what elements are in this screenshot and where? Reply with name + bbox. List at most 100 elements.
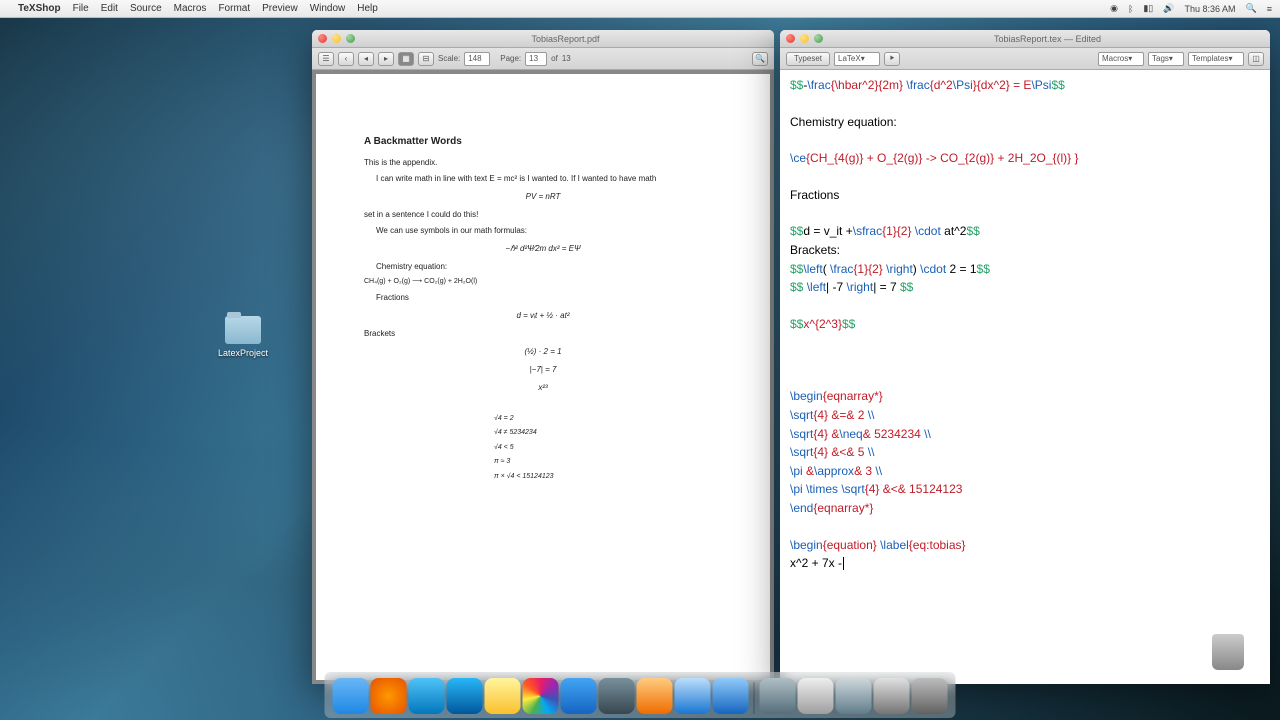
dock-iphoto[interactable] (523, 678, 559, 714)
dock-skype[interactable] (447, 678, 483, 714)
dock-mail[interactable] (561, 678, 597, 714)
menu-format[interactable]: Format (218, 3, 250, 14)
tex-toolbar: Typeset LaTeX ▾ ⯈ Macros ▾ Tags ▾ Templa… (780, 48, 1270, 70)
desktop-folder[interactable]: LatexProject (218, 316, 268, 358)
page-label: Page: (500, 54, 521, 63)
search-button[interactable]: 🔍 (752, 52, 768, 66)
chem-label: Chemistry equation: (364, 261, 722, 273)
spotlight-icon[interactable]: 🔍 (1246, 3, 1257, 14)
equation-brackets1: (½) · 2 = 1 (364, 346, 722, 358)
close-button[interactable] (786, 34, 795, 43)
page-field[interactable]: 13 (525, 52, 547, 66)
tex-titlebar[interactable]: TobiasReport.tex — Edited (780, 30, 1270, 48)
menu-macros[interactable]: Macros (174, 3, 207, 14)
wifi-icon[interactable]: ◉ (1110, 3, 1118, 14)
pdf-titlebar[interactable]: TobiasReport.pdf (312, 30, 774, 48)
menu-source[interactable]: Source (130, 3, 162, 14)
brackets-label: Brackets (364, 328, 722, 340)
bluetooth-icon[interactable]: ᛒ (1128, 4, 1133, 14)
dock-settings[interactable] (836, 678, 872, 714)
of-label: of (551, 54, 558, 63)
dock (325, 672, 956, 718)
align-row: √4 = 2 (494, 414, 722, 425)
code-line: \pi \times \sqrt{4} &<& 15124123 (790, 480, 1260, 499)
app-menu[interactable]: TeXShop (18, 3, 61, 14)
code-line: $$d = v_it +\sfrac{1}{2} \cdot at^2$$ (790, 222, 1260, 241)
dock-notes[interactable] (485, 678, 521, 714)
notification-icon[interactable]: ≡ (1267, 4, 1272, 14)
dock-terminal[interactable] (599, 678, 635, 714)
view-mode-button[interactable]: ▦ (398, 52, 414, 66)
dock-finder[interactable] (333, 678, 369, 714)
volume-icon[interactable]: 🔊 (1163, 3, 1174, 14)
desktop-trash[interactable] (1208, 634, 1248, 678)
dock-appstore[interactable] (675, 678, 711, 714)
sentence-text: set in a sentence I could do this! (364, 209, 722, 221)
menu-window[interactable]: Window (310, 3, 346, 14)
drawer-button[interactable]: ☰ (318, 52, 334, 66)
code-line: $$-\frac{\hbar^2}{2m} \frac{d^2\Psi}{dx^… (790, 76, 1260, 95)
dock-doc[interactable] (874, 678, 910, 714)
next-page-button[interactable]: ▸ (378, 52, 394, 66)
dock-trash[interactable] (912, 678, 948, 714)
menu-file[interactable]: File (73, 3, 89, 14)
prev-page-button[interactable]: ◂ (358, 52, 374, 66)
macros-select[interactable]: Macros ▾ (1098, 52, 1144, 66)
dock-separator (754, 682, 755, 714)
split-button[interactable]: ◫ (1248, 52, 1264, 66)
templates-select[interactable]: Templates ▾ (1188, 52, 1244, 66)
scale-field[interactable]: 148 (464, 52, 490, 66)
fractions-label: Fractions (364, 292, 722, 304)
menu-preview[interactable]: Preview (262, 3, 298, 14)
tags-select[interactable]: Tags ▾ (1148, 52, 1184, 66)
menu-help[interactable]: Help (357, 3, 378, 14)
clock[interactable]: Thu 8:36 AM (1184, 4, 1235, 14)
code-line: Fractions (790, 186, 1260, 205)
back-button[interactable]: ‹ (338, 52, 354, 66)
trash-icon (1212, 634, 1244, 670)
zoom-button[interactable] (346, 34, 355, 43)
battery-icon[interactable]: ▮▯ (1143, 3, 1153, 14)
code-line: \sqrt{4} &<& 5 \\ (790, 443, 1260, 462)
folder-label: LatexProject (218, 348, 268, 358)
goto-error-button[interactable]: ⯈ (884, 52, 900, 66)
tex-title: TobiasReport.tex — Edited (831, 34, 1264, 44)
equation-schrodinger: −ℏ² d²Ψ⁄2m dx² = EΨ (364, 243, 722, 255)
pdf-title: TobiasReport.pdf (363, 34, 768, 44)
dock-preview[interactable] (637, 678, 673, 714)
dock-textedit[interactable] (798, 678, 834, 714)
tex-source-window: TobiasReport.tex — Edited Typeset LaTeX … (780, 30, 1270, 684)
pdf-viewport[interactable]: A Backmatter Words This is the appendix.… (312, 70, 774, 684)
align-row: √4 ≠ 5234234 (494, 428, 722, 439)
symbols-text: We can use symbols in our math formulas: (364, 225, 722, 237)
dock-activity[interactable] (409, 678, 445, 714)
align-row: π ≈ 3 (494, 457, 722, 468)
tex-editor[interactable]: $$-\frac{\hbar^2}{2m} \frac{d^2\Psi}{dx^… (780, 70, 1270, 684)
page-total: 13 (562, 54, 571, 63)
close-button[interactable] (318, 34, 327, 43)
chem-equation: CH₄(g) + O₂(g) ⟶ CO₂(g) + 2H₂O(l) (364, 277, 722, 288)
dock-texshop[interactable] (760, 678, 796, 714)
dock-safari[interactable] (713, 678, 749, 714)
zoom-button[interactable] (814, 34, 823, 43)
align-row: √4 < 5 (494, 443, 722, 454)
fit-button[interactable]: ⊟ (418, 52, 434, 66)
dock-firefox[interactable] (371, 678, 407, 714)
code-line: \end{eqnarray*} (790, 499, 1260, 518)
equation-power: x²³ (364, 382, 722, 394)
code-line: \begin{eqnarray*} (790, 387, 1260, 406)
scale-label: Scale: (438, 54, 460, 63)
minimize-button[interactable] (800, 34, 809, 43)
appendix-text: This is the appendix. (364, 157, 722, 169)
section-heading: A Backmatter Words (364, 134, 722, 149)
code-line: Chemistry equation: (790, 113, 1260, 132)
inline-math-text: I can write math in line with text E = m… (364, 173, 722, 185)
minimize-button[interactable] (332, 34, 341, 43)
equation-kinematics: d = vᵢt + ½ · at² (364, 310, 722, 322)
engine-select[interactable]: LaTeX ▾ (834, 52, 880, 66)
typeset-button[interactable]: Typeset (786, 52, 830, 66)
menu-edit[interactable]: Edit (101, 3, 118, 14)
folder-icon (225, 316, 261, 344)
code-line: $$\left( \frac{1}{2} \right) \cdot 2 = 1… (790, 260, 1260, 279)
align-row: π × √4 < 15124123 (494, 472, 722, 483)
